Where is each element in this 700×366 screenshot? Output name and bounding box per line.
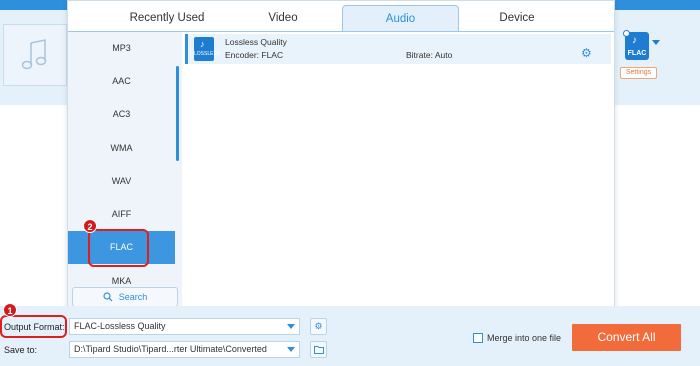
step-marker-2: 2 — [83, 219, 97, 233]
settings-button[interactable]: Settings — [620, 67, 657, 79]
preset-title: Lossless Quality — [225, 37, 287, 47]
format-search-button[interactable]: Search — [72, 287, 178, 307]
preset-bitrate: Bitrate: Auto — [406, 50, 453, 60]
chevron-down-icon[interactable] — [652, 40, 660, 45]
tab-recently-used[interactable]: Recently Used — [112, 5, 222, 32]
gear-icon: ⚙ — [314, 321, 323, 331]
music-note-icon: ♪ — [200, 39, 205, 49]
search-label: Search — [118, 292, 148, 302]
format-settings-button[interactable]: ⚙ — [310, 318, 327, 335]
output-format-select[interactable]: FLAC-Lossless Quality — [69, 318, 300, 335]
audio-file-icon: ♪ LOSSLESS — [194, 37, 220, 61]
preset-item-lossless[interactable]: ♪ LOSSLESS Lossless Quality Encoder: FLA… — [185, 34, 611, 64]
format-dropdown-panel: Recently Used Video Audio Device MP3 AAC… — [67, 0, 615, 318]
convert-all-button[interactable]: Convert All — [572, 324, 681, 351]
tab-device[interactable]: Device — [466, 5, 568, 32]
save-to-label: Save to: — [4, 345, 38, 355]
tab-video[interactable]: Video — [240, 5, 326, 32]
merge-checkbox[interactable] — [473, 333, 483, 343]
format-item-aac[interactable]: AAC — [68, 65, 175, 98]
search-icon — [103, 292, 113, 302]
output-format-value: FLAC-Lossless Quality — [74, 321, 166, 331]
music-note-icon — [21, 39, 47, 70]
chevron-down-icon[interactable] — [287, 347, 295, 352]
badge-indicator-icon — [623, 30, 630, 37]
merge-label: Merge into one file — [487, 333, 562, 343]
badge-label: FLAC — [627, 50, 647, 57]
save-path-select[interactable]: D:\Tipard Studio\Tipard...rter Ultimate\… — [69, 341, 300, 358]
gear-icon[interactable]: ⚙ — [581, 47, 593, 59]
file-icon-label: LOSSLESS — [194, 51, 221, 57]
music-note-icon: ♪ — [632, 35, 637, 46]
format-item-ac3[interactable]: AC3 — [68, 98, 175, 131]
selection-accent — [185, 34, 188, 64]
format-list-scrollbar[interactable] — [176, 66, 179, 161]
save-path-value: D:\Tipard Studio\Tipard...rter Ultimate\… — [74, 344, 267, 354]
file-thumbnail[interactable] — [3, 24, 67, 86]
highlight-output-format — [0, 315, 67, 338]
tab-audio[interactable]: Audio — [342, 5, 459, 32]
format-item-mp3[interactable]: MP3 — [68, 32, 175, 65]
format-item-wma[interactable]: WMA — [68, 132, 175, 165]
open-folder-button[interactable] — [310, 341, 327, 358]
format-tabs: Recently Used Video Audio Device — [68, 1, 614, 32]
format-list: MP3 AAC AC3 WMA WAV AIFF FLAC MKA — [68, 32, 182, 318]
step-marker-1: 1 — [3, 303, 17, 317]
format-item-wav[interactable]: WAV — [68, 165, 175, 198]
preset-list: ♪ LOSSLESS Lossless Quality Encoder: FLA… — [182, 32, 614, 318]
chevron-down-icon[interactable] — [287, 324, 295, 329]
highlight-flac — [88, 229, 149, 267]
folder-icon — [313, 346, 324, 354]
preset-encoder: Encoder: FLAC — [225, 50, 284, 60]
